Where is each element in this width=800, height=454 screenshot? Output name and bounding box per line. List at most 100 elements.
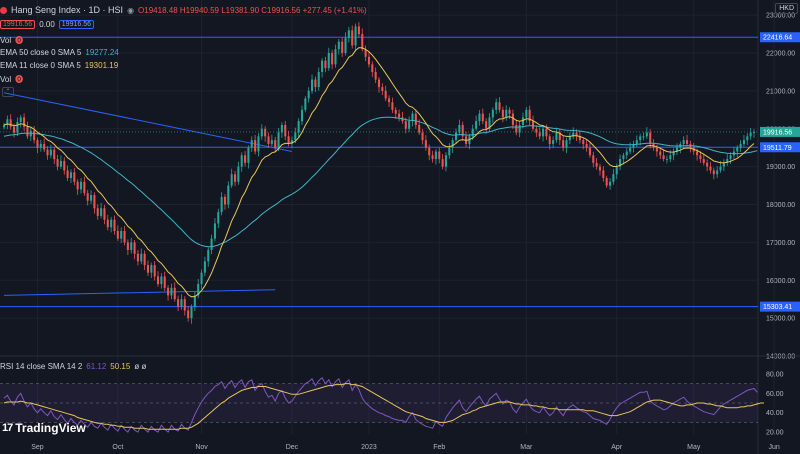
candle-body <box>190 306 193 319</box>
x-tick-label: Nov <box>195 444 208 451</box>
visibility-icon[interactable]: ◉ <box>127 6 134 15</box>
level-price-label: 19511.79 <box>763 145 792 152</box>
candle-body <box>106 219 109 228</box>
candle-body <box>347 30 350 38</box>
candle-body <box>163 276 166 288</box>
rsi-y-tick-label: 40.00 <box>766 410 784 417</box>
candle-body <box>146 265 150 273</box>
candle-body <box>521 117 525 125</box>
currency-label[interactable]: HKD <box>775 3 798 14</box>
candle-body <box>59 160 62 167</box>
y-tick-label: 21000.00 <box>766 88 795 95</box>
x-tick-label: Dec <box>286 444 299 451</box>
candle-body <box>388 98 391 103</box>
candle-body <box>103 208 106 220</box>
rsi-legend: RSI 14 close SMA 14 2 61.12 50.15 ø ø <box>0 362 146 371</box>
candle-body <box>448 147 451 156</box>
y-tick-label: 22000.00 <box>766 51 795 58</box>
level-price-label: 22416.64 <box>763 35 792 42</box>
candle-body <box>434 151 437 160</box>
candle-body <box>220 196 223 213</box>
candle-body <box>428 147 431 156</box>
candle-body <box>13 126 16 133</box>
candle-body <box>86 193 89 201</box>
candle-body <box>582 140 585 144</box>
rsi-extra-value: ø ø <box>134 362 147 371</box>
candle-body <box>699 155 702 160</box>
chart-canvas[interactable]: 14000.00 15000.00 16000.00 17000.00 18000.00… <box>0 0 800 454</box>
candle-body <box>297 121 300 133</box>
candle-body <box>542 128 545 137</box>
candle-body <box>9 119 12 127</box>
candle-body <box>321 60 324 72</box>
candle-body <box>267 136 270 144</box>
candle-body <box>662 155 665 160</box>
rsi-y-tick-label: 20.00 <box>766 430 784 437</box>
candle-body <box>69 172 72 178</box>
tradingview-wordmark: TradingView <box>15 421 86 435</box>
candle-body <box>414 113 417 125</box>
candle-body <box>327 53 330 69</box>
ema11-label[interactable]: EMA 11 close 0 SMA 5 <box>0 61 81 70</box>
tradingview-logo-icon: 17 <box>2 422 13 434</box>
candle-body <box>357 26 360 35</box>
candle-body <box>639 136 642 141</box>
x-tick-label: Sep <box>31 444 44 451</box>
symbol-logo-icon <box>0 6 7 14</box>
candle-body <box>324 60 327 69</box>
x-tick-label: May <box>687 444 701 451</box>
vol-label[interactable]: Vol <box>0 36 11 45</box>
candle-body <box>207 249 210 262</box>
candle-body <box>264 128 267 137</box>
candle-body <box>451 140 454 148</box>
candle-body <box>645 132 648 137</box>
bid-box[interactable]: 19916.56 <box>0 20 36 29</box>
candle-body <box>749 132 752 137</box>
collapse-legend-icon[interactable]: ⌃ <box>2 87 14 97</box>
candle-body <box>173 287 176 300</box>
candle-body <box>140 253 143 262</box>
x-tick-label: 2023 <box>361 444 377 451</box>
candle-body <box>153 265 156 277</box>
candle-body <box>531 121 535 129</box>
candle-body <box>729 155 732 160</box>
candle-body <box>391 102 394 110</box>
candle-body <box>669 155 672 160</box>
rsi-y-tick-label: 80.00 <box>766 371 784 378</box>
candle-body <box>642 136 645 138</box>
vol2-label[interactable]: Vol <box>0 75 11 84</box>
candle-body <box>233 174 237 182</box>
ask-box[interactable]: 19916.56 <box>58 20 94 29</box>
candle-body <box>525 109 528 118</box>
alert-icon[interactable]: ⓿ <box>15 35 23 46</box>
tradingview-brand[interactable]: 17 TradingView <box>2 421 86 435</box>
y-tick-label: 14000.00 <box>766 354 795 361</box>
candle-body <box>133 242 136 254</box>
alert-icon-2[interactable]: ⓿ <box>15 74 23 85</box>
symbol-title[interactable]: Hang Seng Index · 1D · HSI <box>11 5 123 15</box>
candle-body <box>508 109 511 114</box>
candle-body <box>702 159 705 163</box>
candle-body <box>227 185 230 205</box>
ema50-label[interactable]: EMA 50 close 0 SMA 5 <box>0 48 81 57</box>
ema11-value: 19301.19 <box>84 61 119 70</box>
candle-body <box>150 265 153 273</box>
candle-body <box>515 124 518 133</box>
candle-body <box>280 124 283 133</box>
vol2-legend: Vol ⓿ <box>0 74 23 85</box>
candle-body <box>63 160 66 171</box>
candle-body <box>458 124 461 133</box>
candle-body <box>538 132 541 137</box>
candle-body <box>250 140 253 148</box>
ema50-legend: EMA 50 close 0 SMA 5 19277.24 <box>0 48 119 57</box>
candle-body <box>113 219 116 232</box>
rsi-sma-value: 50.15 <box>110 362 131 371</box>
candle-body <box>555 132 558 141</box>
candle-body <box>46 149 49 156</box>
rsi-label[interactable]: RSI 14 close SMA 14 2 <box>0 362 82 371</box>
candle-body <box>431 155 434 160</box>
candle-body <box>485 121 488 129</box>
candle-body <box>36 140 39 148</box>
candle-body <box>254 140 257 152</box>
candle-body <box>665 159 668 161</box>
